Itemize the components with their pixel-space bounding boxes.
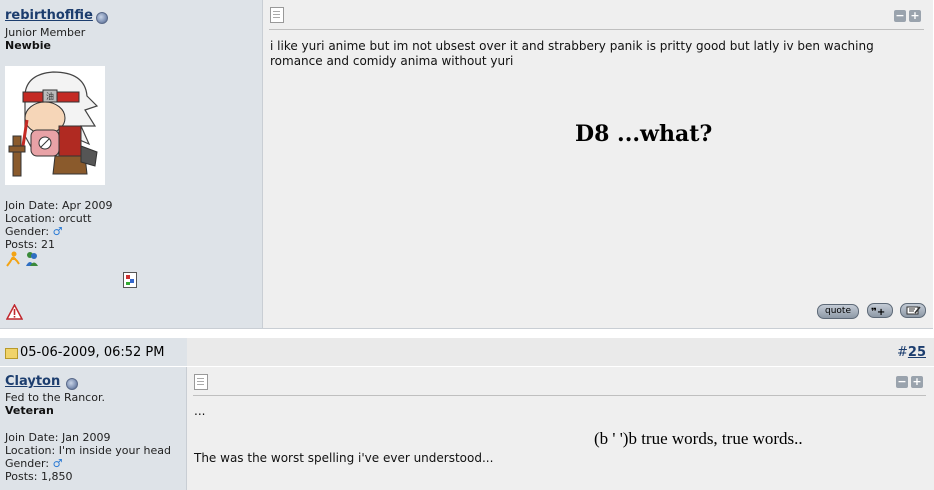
user-sidebar-2: Clayton Fed to the Rancor. Veteran Join … (0, 367, 187, 490)
collapse-button[interactable]: − (894, 10, 906, 22)
post-icon (270, 7, 284, 23)
post-1: rebirthoflfie Junior Member Newbie 油 Joi… (0, 0, 933, 329)
gender-label: Gender: (5, 225, 50, 238)
svg-text:油: 油 (46, 91, 54, 101)
post-count: Posts: 1,850 (5, 470, 73, 483)
post-number-cell: #25 (187, 338, 934, 366)
location: Location: orcutt (5, 212, 92, 225)
post-icon (194, 374, 208, 390)
user-info: Join Date: Apr 2009 Location: orcutt Gen… (5, 199, 113, 251)
user-title: Fed to the Rancor. (5, 391, 105, 404)
user-sidebar: rebirthoflfie Junior Member Newbie 油 Joi… (0, 0, 263, 329)
post-content-2: − + ... (b ' ')b true words, true words.… (187, 367, 934, 490)
gender: Gender: ♂ (5, 457, 171, 470)
post-content: − + i like yuri anime but im not ubsest … (263, 0, 933, 329)
male-icon: ♂ (52, 457, 63, 470)
gender-label: Gender: (5, 457, 50, 470)
post-number-prefix: # (897, 345, 908, 360)
avatar-image: 油 (5, 66, 105, 185)
post-2-header: 05-06-2009, 06:52 PM #25 (0, 338, 934, 366)
username-link[interactable]: Clayton (5, 374, 60, 389)
expand-button[interactable]: + (909, 10, 921, 22)
post-message: i like yuri anime but im not ubsest over… (270, 39, 874, 68)
user-rank: Veteran (5, 404, 54, 417)
join-date: Join Date: Apr 2009 (5, 199, 113, 212)
post-count: Posts: 21 (5, 238, 55, 251)
join-date: Join Date: Jan 2009 (5, 431, 111, 444)
post-message: The was the worst spelling i've ever und… (194, 451, 494, 465)
msn-icon[interactable] (24, 251, 40, 267)
collapse-button[interactable]: − (896, 376, 908, 388)
emphasized-text: D8 ...what? (575, 121, 713, 147)
title-separator (269, 29, 924, 30)
old-post-icon (5, 348, 18, 359)
reputation-icon[interactable] (123, 272, 137, 288)
aim-icon[interactable] (5, 251, 21, 267)
multiquote-icon: ❞+ (871, 307, 885, 318)
quick-reply-button[interactable] (900, 303, 926, 318)
post-number: 25 (907, 345, 926, 360)
user-avatar[interactable]: 油 (5, 66, 105, 185)
user-info: Join Date: Jan 2009 Location: I'm inside… (5, 431, 171, 483)
title-separator (193, 395, 926, 396)
location: Location: I'm inside your head (5, 444, 171, 457)
online-status-icon (66, 378, 78, 390)
emphasized-quote: (b ' ')b true words, true words.. (594, 429, 803, 448)
gender: Gender: ♂ (5, 225, 113, 238)
post-number-link[interactable]: #25 (897, 345, 926, 360)
user-rank: Newbie (5, 39, 51, 52)
post-date-cell: 05-06-2009, 06:52 PM (0, 338, 186, 366)
online-status-icon (96, 12, 108, 24)
male-icon: ♂ (52, 225, 63, 238)
report-post-icon[interactable] (6, 304, 23, 320)
user-title: Junior Member (5, 26, 86, 39)
post-ellipsis: ... (194, 404, 206, 418)
multiquote-button[interactable]: ❞+ (867, 303, 893, 318)
quote-button[interactable]: quote (817, 304, 859, 319)
expand-button[interactable]: + (911, 376, 923, 388)
svg-text:❞+: ❞+ (871, 307, 885, 317)
post-date: 05-06-2009, 06:52 PM (20, 345, 165, 360)
username-link[interactable]: rebirthoflfie (5, 8, 93, 23)
quick-reply-icon (906, 306, 921, 315)
